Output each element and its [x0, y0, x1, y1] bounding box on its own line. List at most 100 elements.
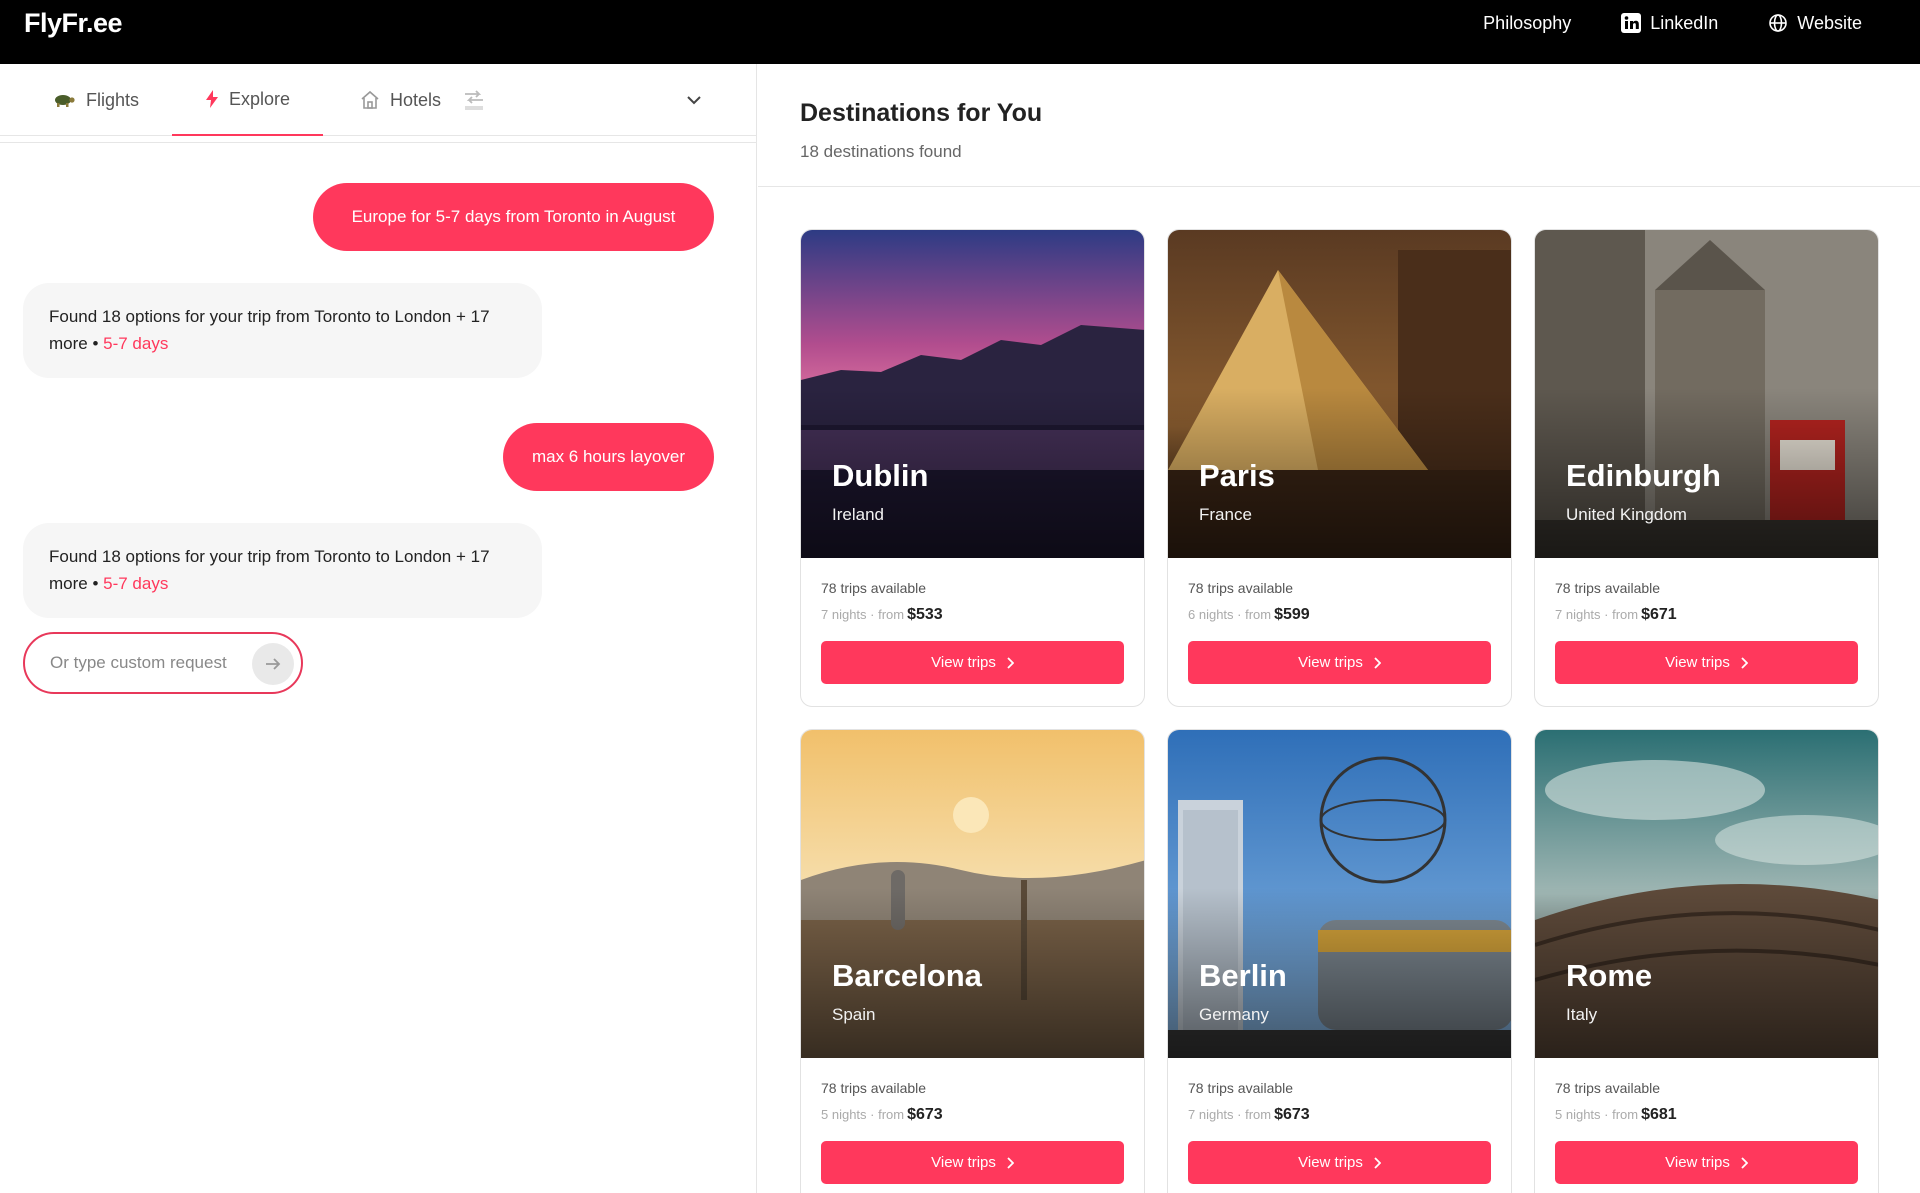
destination-card-rome[interactable]: Rome Italy 78 trips available 5 nights ·…: [1534, 729, 1879, 1193]
trips-available: 78 trips available: [1188, 1080, 1294, 1096]
destination-image: Dublin Ireland: [801, 230, 1144, 558]
turtle-icon: [52, 91, 76, 109]
nav-website[interactable]: Website: [1768, 13, 1862, 34]
price-line: 5 nights · from $681: [1555, 1106, 1677, 1123]
destination-city: Dublin: [832, 458, 929, 493]
bot-reply-duration: 5-7 days: [103, 574, 169, 593]
nights: 5 nights: [821, 1107, 867, 1122]
tabs-divider: [0, 142, 757, 143]
tab-explore-label: Explore: [228, 88, 291, 109]
destinations-panel: Destinations for You 18 destinations fou…: [758, 64, 1920, 1193]
bot-reply-separator: •: [87, 334, 104, 353]
price-line: 7 nights · from $673: [1188, 1106, 1310, 1123]
destination-image: Barcelona Spain: [801, 730, 1144, 1058]
bot-reply: Found 18 options for your trip from Toro…: [23, 283, 542, 378]
nav-website-label: Website: [1797, 12, 1862, 33]
nights: 7 nights: [1555, 607, 1601, 622]
tab-explore[interactable]: Explore: [172, 64, 323, 136]
destination-card-berlin[interactable]: Berlin Germany 78 trips available 7 nigh…: [1167, 729, 1512, 1193]
trips-available: 78 trips available: [821, 1080, 927, 1096]
nights: 7 nights: [821, 607, 867, 622]
chevron-down-icon[interactable]: [684, 90, 704, 115]
tab-flights[interactable]: Flights: [52, 64, 139, 136]
top-nav: Philosophy LinkedIn Website: [1433, 0, 1862, 46]
from-label: from: [1245, 607, 1272, 622]
view-trips-button[interactable]: View trips: [1188, 641, 1491, 684]
price: $533: [907, 606, 943, 623]
destination-country: Germany: [1199, 1005, 1269, 1024]
mode-tabs: Flights Explore Hotels: [0, 64, 756, 136]
custom-request-field: [23, 632, 303, 694]
price: $673: [907, 1106, 943, 1123]
destinations-header: Destinations for You 18 destinations fou…: [758, 64, 1920, 187]
view-trips-button[interactable]: View trips: [1188, 1141, 1491, 1184]
view-trips-label: View trips: [1665, 1154, 1730, 1171]
price-line: 7 nights · from $533: [821, 606, 943, 623]
destination-city: Edinburgh: [1566, 458, 1721, 493]
arrow-right-icon: [266, 658, 281, 670]
from-label: from: [1612, 607, 1639, 622]
from-label: from: [1245, 1107, 1272, 1122]
view-trips-label: View trips: [1665, 654, 1730, 671]
destination-image: Edinburgh United Kingdom: [1535, 230, 1878, 558]
destination-country: United Kingdom: [1566, 505, 1687, 524]
app-logo[interactable]: FlyFr.ee: [24, 0, 123, 48]
destination-country: Ireland: [832, 505, 884, 524]
nav-philosophy-label: Philosophy: [1483, 12, 1572, 33]
view-trips-label: View trips: [1298, 1154, 1363, 1171]
chevron-right-icon: [1373, 1156, 1381, 1169]
price: $671: [1641, 606, 1677, 623]
trips-available: 78 trips available: [1188, 580, 1294, 596]
chevron-right-icon: [1740, 1156, 1748, 1169]
price: $673: [1274, 1106, 1310, 1123]
globe-icon: [1768, 13, 1788, 33]
chevron-right-icon: [1740, 656, 1748, 669]
linkedin-icon: [1621, 13, 1642, 33]
destination-city: Paris: [1199, 458, 1275, 493]
price: $681: [1641, 1106, 1677, 1123]
nights: 6 nights: [1188, 607, 1234, 622]
view-trips-button[interactable]: View trips: [821, 641, 1124, 684]
chevron-right-icon: [1006, 656, 1014, 669]
view-trips-label: View trips: [931, 654, 996, 671]
destination-card-dublin[interactable]: Dublin Ireland 78 trips available 7 nigh…: [800, 229, 1145, 707]
destination-country: Italy: [1566, 1005, 1598, 1024]
custom-request-input[interactable]: [50, 653, 242, 673]
price-line: 7 nights · from $671: [1555, 606, 1677, 623]
destination-city: Berlin: [1199, 958, 1287, 993]
view-trips-button[interactable]: View trips: [1555, 1141, 1858, 1184]
destination-city: Rome: [1566, 958, 1653, 993]
destination-card-paris[interactable]: Paris France 78 trips available 6 nights…: [1167, 229, 1512, 707]
tab-hotels-label: Hotels: [390, 89, 442, 110]
nights: 5 nights: [1555, 1107, 1601, 1122]
home-icon: [360, 90, 380, 110]
chevron-right-icon: [1373, 656, 1381, 669]
from-label: from: [1612, 1107, 1639, 1122]
user-message: max 6 hours layover: [503, 423, 714, 491]
from-label: from: [878, 1107, 905, 1122]
nights: 7 nights: [1188, 1107, 1234, 1122]
chat-panel: Flights Explore Hotels Europe for 5-7 da…: [0, 64, 757, 1193]
tab-hotels[interactable]: Hotels: [360, 64, 441, 136]
destination-card-edinburgh[interactable]: Edinburgh United Kingdom 78 trips availa…: [1534, 229, 1879, 707]
destination-country: Spain: [832, 1005, 876, 1024]
bot-reply: Found 18 options for your trip from Toro…: [23, 523, 542, 618]
nav-linkedin-label: LinkedIn: [1650, 12, 1719, 33]
destination-image: Berlin Germany: [1168, 730, 1511, 1058]
nav-philosophy[interactable]: Philosophy: [1483, 13, 1571, 34]
price: $599: [1274, 606, 1310, 623]
price-line: 5 nights · from $673: [821, 1106, 943, 1123]
destination-card-barcelona[interactable]: Barcelona Spain 78 trips available 5 nig…: [800, 729, 1145, 1193]
from-label: from: [878, 607, 905, 622]
bot-reply-separator: •: [87, 574, 104, 593]
destinations-title: Destinations for You: [800, 99, 1043, 127]
coming-soon-icon: [463, 88, 485, 117]
send-button[interactable]: [252, 643, 294, 685]
nav-linkedin[interactable]: LinkedIn: [1621, 13, 1718, 34]
view-trips-button[interactable]: View trips: [821, 1141, 1124, 1184]
trips-available: 78 trips available: [1555, 580, 1661, 596]
tab-flights-label: Flights: [86, 89, 140, 110]
user-message: Europe for 5-7 days from Toronto in Augu…: [313, 183, 714, 251]
view-trips-button[interactable]: View trips: [1555, 641, 1858, 684]
bot-reply-duration: 5-7 days: [103, 334, 169, 353]
